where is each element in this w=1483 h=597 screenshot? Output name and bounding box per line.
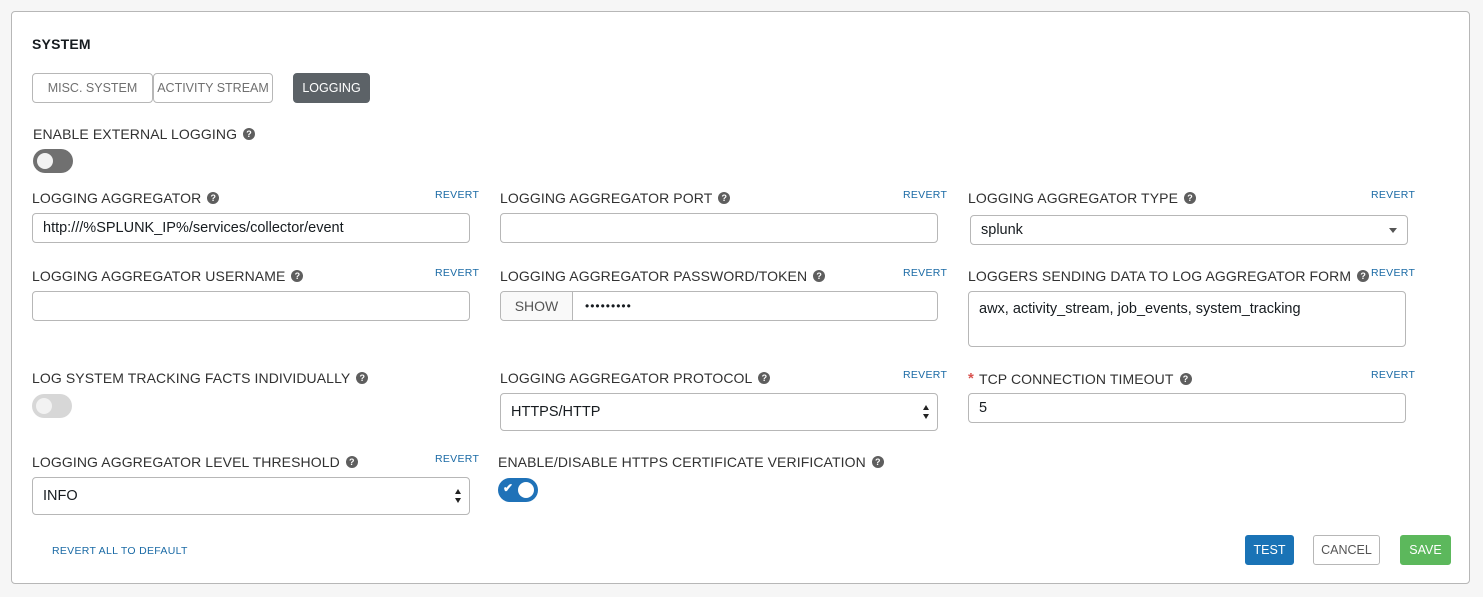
logging-aggregator-username-revert-link[interactable]: REVERT (435, 267, 479, 279)
cancel-button[interactable]: CANCEL (1313, 535, 1380, 565)
individual-facts-label: LOG SYSTEM TRACKING FACTS INDIVIDUALLY ? (32, 370, 369, 386)
tcp-connection-timeout-revert-link[interactable]: REVERT (1371, 369, 1415, 381)
save-button[interactable]: SAVE (1400, 535, 1451, 565)
logging-aggregator-password-revert-link[interactable]: REVERT (903, 267, 947, 279)
tab-logging-label: LOGGING (302, 81, 361, 95)
help-icon[interactable]: ? (1357, 270, 1370, 282)
individual-facts-toggle[interactable] (32, 394, 72, 418)
tab-misc-system[interactable]: MISC. SYSTEM (32, 73, 153, 103)
up-down-arrows-icon (455, 489, 463, 503)
level-threshold-select[interactable]: INFO (32, 477, 470, 515)
logging-aggregator-protocol-revert-link[interactable]: REVERT (903, 369, 947, 381)
tab-activity-stream-label: ACTIVITY STREAM (157, 81, 269, 95)
logging-aggregator-username-input[interactable] (32, 291, 470, 321)
help-icon[interactable]: ? (1184, 192, 1197, 204)
panel-title: SYSTEM (32, 36, 91, 52)
loggers-textarea[interactable]: awx, activity_stream, job_events, system… (968, 291, 1406, 347)
revert-all-to-default-link[interactable]: REVERT ALL TO DEFAULT (52, 545, 188, 557)
logging-aggregator-port-input[interactable] (500, 213, 938, 243)
cert-verification-toggle[interactable]: ✔ (498, 478, 538, 502)
logging-aggregator-username-label: LOGGING AGGREGATOR USERNAME ? (32, 268, 304, 284)
required-asterisk: * (968, 370, 974, 387)
logging-aggregator-protocol-select[interactable]: HTTPS/HTTP (500, 393, 938, 431)
tab-misc-system-label: MISC. SYSTEM (47, 81, 138, 95)
loggers-label: LOGGERS SENDING DATA TO LOG AGGREGATOR F… (968, 268, 1370, 284)
help-icon[interactable]: ? (207, 192, 220, 204)
chevron-down-icon (1389, 228, 1397, 233)
tab-logging[interactable]: LOGGING (293, 73, 370, 103)
checkmark-icon: ✔ (503, 481, 514, 495)
logging-aggregator-input[interactable]: http:///%SPLUNK_IP%/services/collector/e… (32, 213, 470, 243)
enable-external-logging-toggle[interactable] (33, 149, 73, 173)
level-threshold-label: LOGGING AGGREGATOR LEVEL THRESHOLD ? (32, 454, 358, 470)
toggle-knob (518, 482, 534, 498)
help-icon[interactable]: ? (718, 192, 731, 204)
toggle-knob (36, 398, 52, 414)
logging-aggregator-type-label: LOGGING AGGREGATOR TYPE ? (968, 190, 1197, 206)
help-icon[interactable]: ? (356, 372, 369, 384)
system-settings-panel: SYSTEM MISC. SYSTEM ACTIVITY STREAM LOGG… (11, 11, 1470, 584)
tab-activity-stream[interactable]: ACTIVITY STREAM (153, 73, 273, 103)
logging-aggregator-port-revert-link[interactable]: REVERT (903, 189, 947, 201)
help-icon[interactable]: ? (243, 128, 256, 140)
logging-aggregator-password-input[interactable]: SHOW ••••••••• (500, 291, 938, 321)
help-icon[interactable]: ? (1179, 372, 1192, 385)
help-icon[interactable]: ? (758, 372, 771, 384)
cert-verification-label: ENABLE/DISABLE HTTPS CERTIFICATE VERIFIC… (498, 454, 884, 470)
up-down-arrows-icon (923, 405, 931, 419)
enable-external-logging-label: ENABLE EXTERNAL LOGGING ? (33, 126, 256, 142)
test-button[interactable]: TEST (1245, 535, 1294, 565)
tcp-connection-timeout-input[interactable]: 5 (968, 393, 1406, 423)
level-threshold-revert-link[interactable]: REVERT (435, 453, 479, 465)
logging-aggregator-label: LOGGING AGGREGATOR ? (32, 190, 220, 206)
help-icon[interactable]: ? (345, 456, 358, 468)
toggle-knob (37, 153, 53, 169)
logging-aggregator-type-select[interactable]: splunk (970, 215, 1408, 245)
loggers-revert-link[interactable]: REVERT (1371, 267, 1415, 279)
help-icon[interactable]: ? (291, 270, 304, 282)
logging-aggregator-type-revert-link[interactable]: REVERT (1371, 189, 1415, 201)
help-icon[interactable]: ? (813, 270, 826, 282)
logging-aggregator-password-label: LOGGING AGGREGATOR PASSWORD/TOKEN ? (500, 268, 826, 284)
logging-aggregator-protocol-label: LOGGING AGGREGATOR PROTOCOL ? (500, 370, 771, 386)
help-icon[interactable]: ? (871, 456, 884, 468)
tcp-connection-timeout-label: * TCP CONNECTION TIMEOUT ? (968, 370, 1192, 387)
logging-aggregator-port-label: LOGGING AGGREGATOR PORT ? (500, 190, 731, 206)
show-password-button[interactable]: SHOW (501, 292, 573, 320)
logging-aggregator-revert-link[interactable]: REVERT (435, 189, 479, 201)
